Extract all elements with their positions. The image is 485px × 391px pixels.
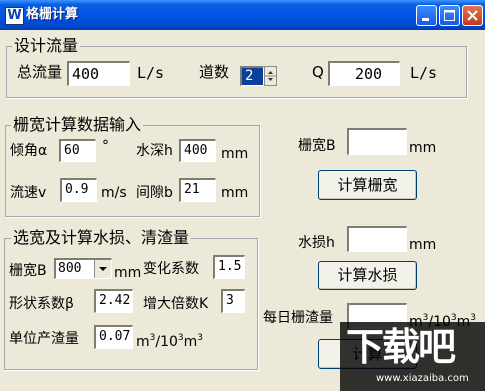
gap-unit: mm <box>221 185 249 201</box>
design-flow-legend: 设计流量 <box>12 36 81 56</box>
angle-label: 倾角α <box>10 143 48 159</box>
maximize-icon <box>444 10 455 21</box>
channels-spinner-buttons[interactable] <box>264 66 277 86</box>
gap-label: 间隙b <box>136 185 173 201</box>
maximize-button[interactable] <box>439 5 460 26</box>
total-flow-label: 总流量 <box>17 63 63 81</box>
gap-input[interactable]: 21 <box>179 178 216 202</box>
channels-spinner-value[interactable]: 2 <box>240 66 264 86</box>
loss-width-unit: mm <box>114 265 142 281</box>
close-icon <box>467 10 478 21</box>
window-title: 格栅计算 <box>26 7 79 22</box>
width-select-arrow[interactable] <box>94 260 111 278</box>
width-input-legend: 栅宽计算数据输入 <box>11 115 144 135</box>
q-unit: L/s <box>410 64 438 82</box>
app-window: W 格栅计算 设计流量 总流量 400 L/s 道数 2 Q 200 L/s 栅… <box>0 0 485 391</box>
velocity-label: 流速v <box>10 185 47 201</box>
channels-label: 道数 <box>199 63 230 81</box>
q-label: Q <box>312 63 324 81</box>
spinner-arrows-icon <box>265 71 276 81</box>
unit-slag-label: 单位产渣量 <box>9 331 79 347</box>
loss-slag-legend: 选宽及计算水损、清渣量 <box>11 228 192 248</box>
loss-width-label: 栅宽B <box>9 263 47 279</box>
width-result-output <box>347 128 407 155</box>
app-icon: W <box>5 7 24 25</box>
loss-result-label: 水损h <box>298 235 335 251</box>
depth-input[interactable]: 400 <box>179 139 216 162</box>
change-coef-label: 变化系数 <box>143 261 199 277</box>
multiplier-label: 增大倍数K <box>143 296 209 312</box>
q-input[interactable]: 200 <box>328 61 400 86</box>
velocity-input[interactable]: 0.9 <box>60 178 97 202</box>
calculate-loss-button[interactable]: 计算水损 <box>318 261 417 290</box>
depth-label: 水深h <box>136 143 173 159</box>
velocity-unit: m/s <box>101 185 127 201</box>
shape-coef-input[interactable]: 2.42 <box>94 289 133 313</box>
depth-unit: mm <box>221 146 249 162</box>
minimize-icon <box>422 18 429 21</box>
total-flow-input[interactable]: 400 <box>67 61 130 86</box>
slag-result-label: 每日栅渣量 <box>263 310 333 326</box>
watermark: 下载吧 www.xiazaiba.com <box>340 322 485 391</box>
unit-slag-input[interactable]: 0.07 <box>94 325 133 349</box>
width-input-group <box>5 125 260 217</box>
shape-coef-label: 形状系数β <box>9 296 74 312</box>
total-flow-unit: L/s <box>137 64 165 82</box>
angle-unit: ° <box>102 138 109 154</box>
title-bar[interactable]: W 格栅计算 <box>0 0 485 30</box>
width-select-value: 800 <box>58 261 82 276</box>
chevron-down-icon <box>99 267 107 271</box>
loss-result-output <box>347 226 407 252</box>
width-result-label: 栅宽B <box>298 138 336 154</box>
loss-result-unit: mm <box>409 237 437 253</box>
width-select[interactable]: 800 <box>54 258 112 279</box>
calculate-width-button[interactable]: 计算栅宽 <box>318 170 417 200</box>
close-button[interactable] <box>462 5 483 26</box>
watermark-url: www.xiazaiba.com <box>376 373 469 384</box>
multiplier-input[interactable]: 3 <box>221 289 245 313</box>
unit-slag-unit: m3/103m3 <box>136 333 204 350</box>
angle-input[interactable]: 60 <box>59 139 96 162</box>
change-coef-input[interactable]: 1.5 <box>213 255 245 279</box>
minimize-button[interactable] <box>416 5 437 26</box>
width-result-unit: mm <box>409 140 437 156</box>
watermark-logo: 下载吧 <box>346 325 456 369</box>
